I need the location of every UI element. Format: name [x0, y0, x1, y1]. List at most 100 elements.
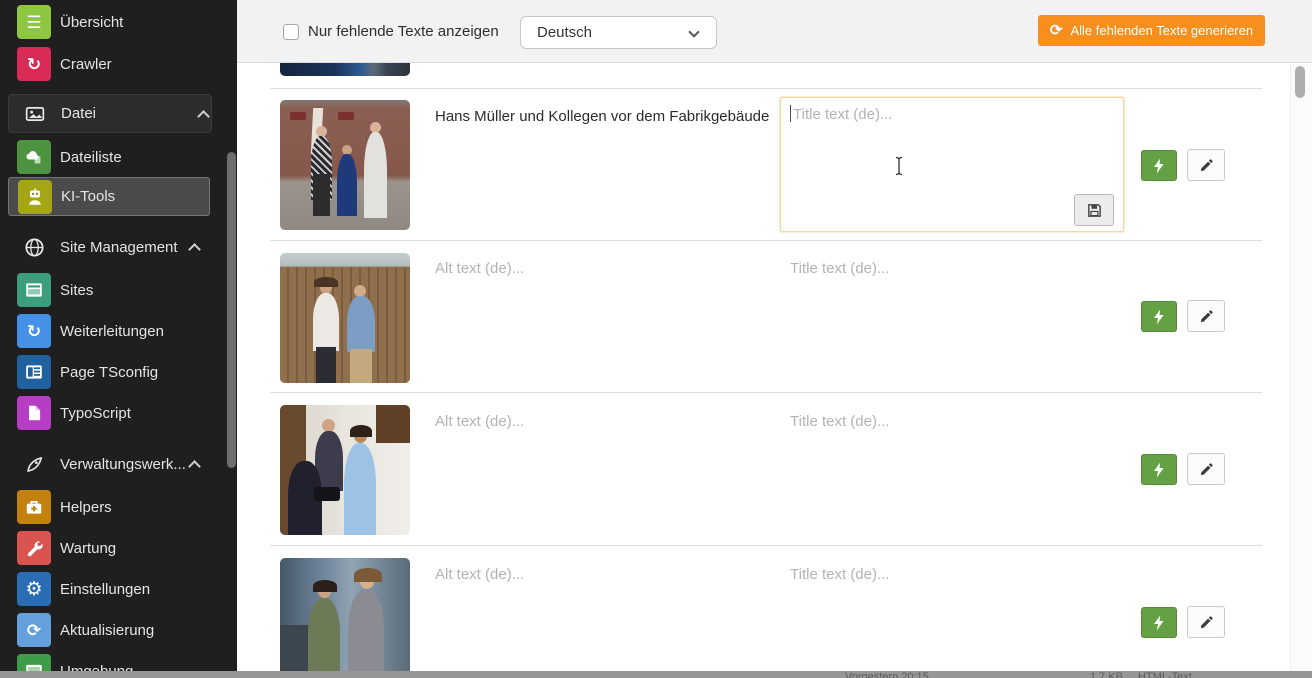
typoscript-icon [17, 396, 51, 430]
sidebar-group-site-management[interactable]: Site Management [0, 228, 237, 266]
sidebar-group-verwaltungswerkzeuge[interactable]: Verwaltungswerk... [0, 445, 237, 483]
sidebar-item-weiterleitungen[interactable]: ↻ Weiterleitungen [0, 312, 237, 350]
thumbnail-image [280, 405, 410, 535]
sidebar-item-sites[interactable]: Sites [0, 271, 237, 309]
alt-text-field[interactable]: Alt text (de)... [435, 260, 524, 277]
footer-ghost-strip: Vorgestern 20:15 1.7 KB HTML-Text [0, 671, 1312, 678]
row-separator [270, 392, 1262, 393]
generate-button[interactable] [1141, 150, 1177, 181]
refresh-icon: ⟳ [1050, 23, 1063, 38]
chevron-up-icon [197, 110, 210, 123]
text-cursor-pointer [893, 156, 905, 176]
chevron-down-icon [688, 26, 699, 37]
generate-button[interactable] [1141, 454, 1177, 485]
sidebar-scrollbar-thumb[interactable] [227, 152, 236, 468]
content-scrollbar-track[interactable] [1290, 64, 1312, 678]
pencil-icon [1199, 462, 1214, 477]
title-text-field[interactable]: Title text (de)... [790, 260, 889, 277]
sidebar-group-label: Site Management [60, 239, 178, 256]
sidebar-item-aktualisierung[interactable]: ⟳ Aktualisierung [0, 611, 237, 649]
row-separator [270, 88, 1262, 89]
edit-button[interactable] [1187, 300, 1225, 332]
alt-text-field[interactable]: Alt text (de)... [435, 413, 524, 430]
pencil-icon [1199, 309, 1214, 324]
text-caret [790, 105, 791, 122]
generate-button[interactable] [1141, 607, 1177, 638]
sidebar-item-page-tsconfig[interactable]: Page TSconfig [0, 353, 237, 391]
main-content: Nur fehlende Texte anzeigen Deutsch ⟳ Al… [237, 0, 1312, 678]
edit-button[interactable] [1187, 453, 1225, 485]
filter-checkbox-label[interactable]: Nur fehlende Texte anzeigen [308, 23, 499, 40]
sidebar-item-label: Crawler [60, 56, 112, 73]
sidebar-item-label: KI-Tools [61, 188, 115, 205]
generate-all-button[interactable]: ⟳ Alle fehlenden Texte generieren [1038, 15, 1265, 46]
lightning-icon [1152, 158, 1166, 174]
sidebar-item-label: Einstellungen [60, 581, 150, 598]
app-window: ☰ Übersicht ↻ Crawler Datei Dateiliste K… [0, 0, 1312, 678]
lightning-icon [1152, 462, 1166, 478]
sidebar-item-label: TypoScript [60, 405, 131, 422]
filelist-icon [17, 140, 51, 174]
sidebar-item-label: Übersicht [60, 14, 123, 31]
row-separator [270, 545, 1262, 546]
overview-icon: ☰ [17, 5, 51, 39]
language-select[interactable]: Deutsch [520, 16, 717, 49]
redirect-icon: ↻ [17, 314, 51, 348]
filter-missing-checkbox[interactable] [283, 24, 299, 40]
title-text-field[interactable]: Title text (de)... [790, 566, 889, 583]
gear-icon: ⚙ [17, 572, 51, 606]
row-separator [270, 240, 1262, 241]
alt-text-value[interactable]: Hans Müller und Kollegen vor dem Fabrikg… [435, 108, 769, 125]
save-button[interactable] [1074, 194, 1114, 226]
chevron-up-icon [188, 243, 201, 256]
pencil-icon [1199, 158, 1214, 173]
thumbnail-image [280, 253, 410, 383]
title-text-placeholder: Title text (de)... [793, 106, 892, 123]
content-scrollbar-thumb[interactable] [1295, 66, 1305, 98]
refresh-icon: ⟳ [17, 613, 51, 647]
edit-button[interactable] [1187, 606, 1225, 638]
sidebar-item-label: Dateiliste [60, 149, 122, 166]
alt-text-field[interactable]: Alt text (de)... [435, 566, 524, 583]
title-text-field[interactable]: Title text (de)... [790, 413, 889, 430]
rocket-icon [21, 451, 47, 477]
title-text-editor[interactable]: Title text (de)... [780, 97, 1124, 232]
sidebar-group-label: Verwaltungswerk... [60, 456, 186, 473]
thumbnail-image [280, 63, 410, 76]
page-tsconfig-icon [17, 355, 51, 389]
sidebar-item-wartung[interactable]: Wartung [0, 529, 237, 567]
lightning-icon [1152, 615, 1166, 631]
thumbnail-image [280, 558, 410, 671]
sidebar-item-label: Page TSconfig [60, 364, 158, 381]
sidebar-item-label: Helpers [60, 499, 112, 516]
sidebar-item-dateiliste[interactable]: Dateiliste [0, 138, 237, 176]
sidebar-item-label: Wartung [60, 540, 116, 557]
generate-all-label: Alle fehlenden Texte generieren [1070, 23, 1253, 38]
edit-button[interactable] [1187, 149, 1225, 181]
sidebar-group-datei[interactable]: Datei [8, 94, 212, 133]
image-file-icon [22, 101, 48, 127]
lightning-icon [1152, 309, 1166, 325]
thumbnail-image [280, 100, 410, 230]
sidebar-item-helpers[interactable]: Helpers [0, 488, 237, 526]
toolbar: Nur fehlende Texte anzeigen Deutsch ⟳ Al… [237, 0, 1312, 63]
chevron-up-icon [188, 460, 201, 473]
generate-button[interactable] [1141, 301, 1177, 332]
save-floppy-icon [1086, 202, 1103, 219]
sidebar-item-einstellungen[interactable]: ⚙ Einstellungen [0, 570, 237, 608]
sidebar-item-uebersicht[interactable]: ☰ Übersicht [0, 3, 237, 41]
sidebar-item-label: Sites [60, 282, 93, 299]
robot-icon [18, 180, 52, 214]
sidebar-item-crawler[interactable]: ↻ Crawler [0, 45, 237, 83]
globe-icon [21, 234, 47, 260]
sidebar-item-typoscript[interactable]: TypoScript [0, 394, 237, 432]
crawler-icon: ↻ [17, 47, 51, 81]
sidebar-item-ki-tools[interactable]: KI-Tools [8, 177, 210, 216]
ghost-date-text: Vorgestern 20:15 [845, 671, 929, 678]
language-select-value: Deutsch [537, 24, 592, 41]
pencil-icon [1199, 615, 1214, 630]
ghost-type-text: HTML-Text [1138, 671, 1192, 678]
module-sidebar: ☰ Übersicht ↻ Crawler Datei Dateiliste K… [0, 0, 237, 678]
wrench-icon [17, 531, 51, 565]
sidebar-item-label: Aktualisierung [60, 622, 154, 639]
